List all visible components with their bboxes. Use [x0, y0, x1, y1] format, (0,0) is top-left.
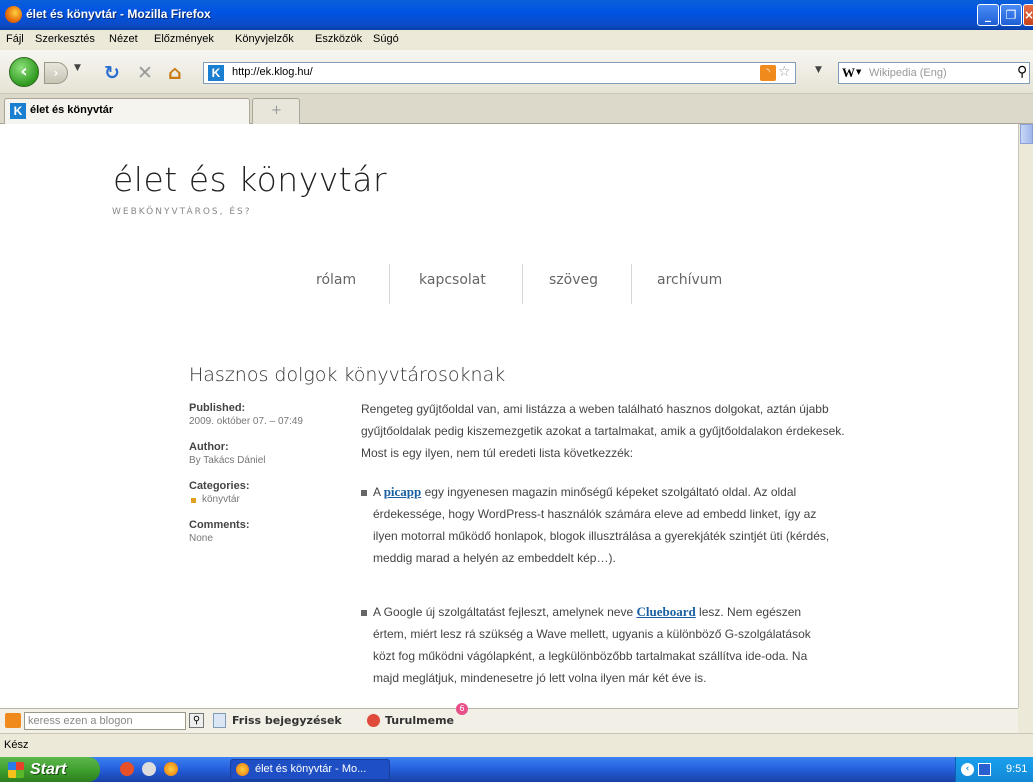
comments-value: None [189, 533, 213, 544]
menu-edit[interactable]: Szerkesztés [35, 33, 95, 45]
url-bar[interactable]: K http://ek.klog.hu/ ◝ ☆ [203, 62, 796, 84]
post-title[interactable]: Hasznos dolgok könyvtárosoknak [189, 364, 505, 386]
blog-toolbar: keress ezen a blogon ⚲ Friss bejegyzések… [0, 703, 1018, 733]
start-label: Start [30, 761, 67, 778]
site-title[interactable]: élet és könyvtár [113, 160, 387, 199]
taskbar-firefox-window[interactable]: élet és könyvtár - Mo... [230, 759, 390, 780]
published-label: Published: [189, 402, 246, 414]
post-intro: Rengeteg gyűjtőoldal van, ami listázza a… [361, 402, 845, 460]
system-tray: ‹ 9:51 [955, 757, 1033, 782]
plus-icon: + [271, 103, 282, 118]
clueboard-link[interactable]: Clueboard [636, 604, 695, 619]
url-dropdown-icon[interactable]: ▼ [815, 65, 822, 75]
blog-search-input[interactable]: keress ezen a blogon [24, 712, 186, 730]
blog-search-placeholder: keress ezen a blogon [28, 715, 133, 727]
item1-text-rest: egy ingyenesen magazin minőségű képeket … [373, 485, 830, 565]
status-text: Kész [4, 739, 29, 751]
stop-icon[interactable]: ✕ [137, 62, 153, 84]
menu-help[interactable]: Súgó [373, 33, 399, 45]
turul-icon [367, 714, 380, 727]
search-box[interactable]: W ▼ Wikipedia (Eng) ⚲ [838, 62, 1030, 84]
document-icon [213, 713, 226, 728]
back-button[interactable]: ‹ [9, 57, 39, 87]
home-icon[interactable]: ⌂ [168, 62, 182, 84]
taskbar-window-label: élet és könyvtár - Mo... [255, 763, 367, 775]
nav-about[interactable]: rólam [316, 272, 356, 288]
item2-text-start: A Google új szolgáltatást fejleszt, amel… [373, 605, 637, 619]
item1-text-start: A [373, 485, 384, 499]
site-tagline: WEBKÖNYVTÁROS, ÉS? [112, 207, 252, 217]
nav-separator [389, 264, 390, 304]
list-bullet [361, 490, 367, 496]
search-placeholder: Wikipedia (Eng) [869, 67, 947, 79]
blog-search-button[interactable]: ⚲ [189, 713, 204, 728]
turulmeme-button[interactable]: Turulmeme [385, 714, 454, 727]
window-title: élet és könyvtár - Mozilla Firefox [26, 7, 211, 21]
published-value: 2009. október 07. – 07:49 [189, 416, 303, 427]
tab-bar: K élet és könyvtár + [0, 94, 1033, 124]
minimize-button[interactable]: _ [977, 4, 999, 26]
menu-file[interactable]: Fájl [6, 33, 24, 45]
clock[interactable]: 9:51 [1006, 763, 1027, 775]
menu-tools[interactable]: Eszközök [315, 33, 362, 45]
rss-feed-icon[interactable]: ◝ [760, 65, 776, 81]
page-content: élet és könyvtár WEBKÖNYVTÁROS, ÉS? róla… [0, 124, 1018, 708]
maximize-button[interactable]: ❐ [1000, 4, 1022, 26]
firefox-task-icon [236, 763, 249, 776]
history-dropdown-icon[interactable]: ▼ [74, 63, 81, 73]
bookmark-star-icon[interactable]: ☆ [778, 64, 791, 80]
author-label: Author: [189, 441, 229, 453]
recent-posts-button[interactable]: Friss bejegyzések [232, 714, 342, 727]
list-item-clueboard: A Google új szolgáltatást fejleszt, amel… [373, 601, 833, 689]
new-tab-button[interactable]: + [252, 98, 300, 124]
site-favicon-icon: K [208, 65, 224, 81]
url-text[interactable]: http://ek.klog.hu/ [232, 66, 313, 78]
firefox-icon [5, 6, 22, 23]
opera-icon[interactable] [120, 762, 134, 776]
comments-label: Comments: [189, 519, 250, 531]
wikipedia-engine-icon[interactable]: W [842, 65, 855, 81]
menu-bookmarks[interactable]: Könyvjelzők [235, 33, 294, 45]
scroll-thumb[interactable] [1020, 124, 1033, 144]
author-value: By Takács Dániel [189, 455, 266, 466]
picapp-link[interactable]: picapp [384, 484, 422, 499]
category-bullet-icon [191, 498, 196, 503]
windows-taskbar: Start élet és könyvtár - Mo... ‹ 9:51 [0, 757, 1033, 782]
engine-dropdown-icon[interactable]: ▼ [856, 68, 861, 76]
blog-logo-icon[interactable] [5, 713, 21, 728]
menu-view[interactable]: Nézet [109, 33, 138, 45]
firefox-quicklaunch-icon[interactable] [164, 762, 178, 776]
windows-logo-icon [8, 762, 24, 778]
nav-contact[interactable]: kapcsolat [419, 272, 486, 288]
window-titlebar[interactable]: élet és könyvtár - Mozilla Firefox _ ❐ × [0, 0, 1033, 30]
tab-active[interactable]: K élet és könyvtár [4, 98, 250, 124]
list-bullet [361, 610, 367, 616]
forward-button[interactable]: › [44, 62, 68, 84]
menu-bar: Fájl Szerkesztés Nézet Előzmények Könyvj… [0, 30, 1033, 50]
ie-icon[interactable] [142, 762, 156, 776]
notification-badge: 6 [456, 703, 468, 715]
status-bar: Kész [0, 733, 1033, 757]
search-icon[interactable]: ⚲ [1017, 64, 1027, 80]
close-button[interactable]: × [1023, 4, 1033, 26]
categories-label: Categories: [189, 480, 250, 492]
tab-favicon-icon: K [10, 103, 26, 119]
reload-icon[interactable]: ↻ [104, 62, 120, 84]
nav-separator [522, 264, 523, 304]
list-item-picapp: A picapp egy ingyenesen magazin minőségű… [373, 481, 833, 569]
vertical-scrollbar[interactable] [1018, 124, 1033, 708]
tray-expand-icon[interactable]: ‹ [961, 763, 974, 776]
tab-label: élet és könyvtár [30, 104, 114, 116]
menu-history[interactable]: Előzmények [154, 33, 214, 45]
nav-separator [631, 264, 632, 304]
category-link[interactable]: könyvtár [202, 494, 240, 505]
tray-network-icon[interactable] [978, 763, 991, 776]
nav-archive[interactable]: archívum [657, 272, 722, 288]
nav-text[interactable]: szöveg [549, 272, 598, 288]
